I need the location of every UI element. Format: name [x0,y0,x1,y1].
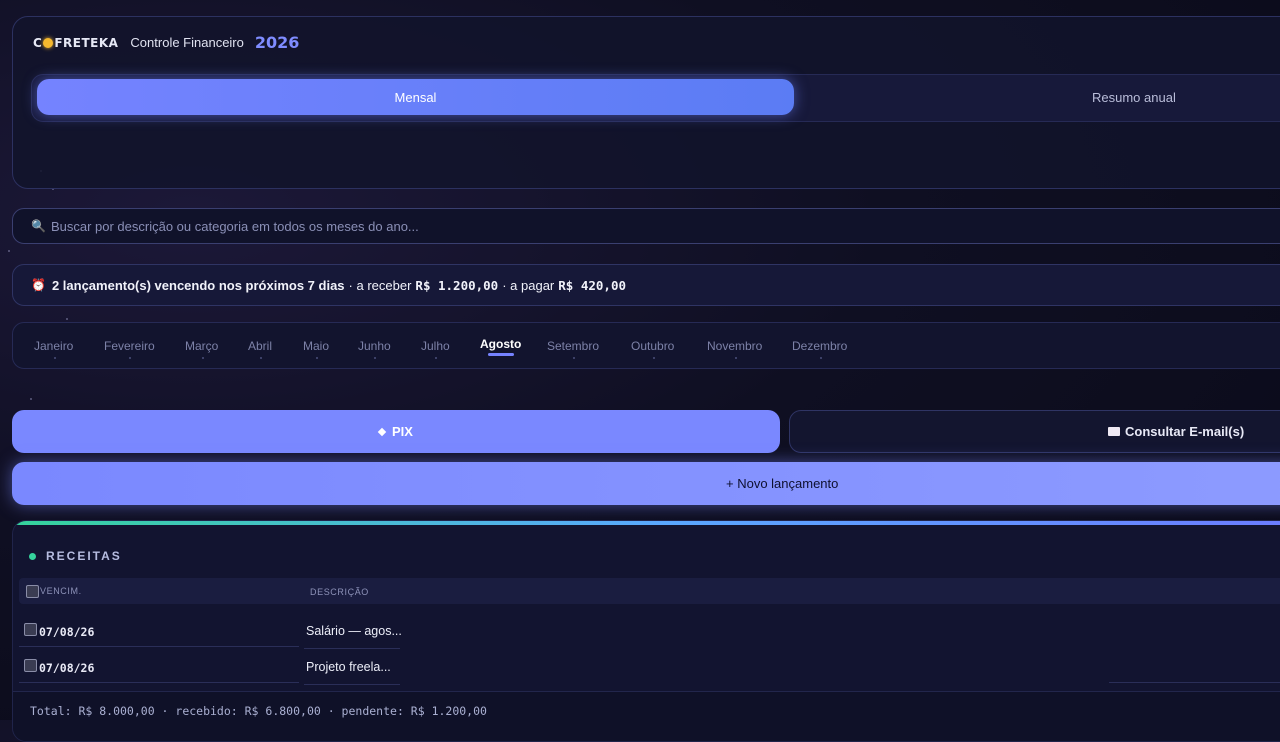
month-dot [435,357,438,359]
coin-icon [43,37,54,48]
pix-label: PIX [392,424,413,439]
month-tab[interactable]: Setembro [547,323,599,368]
totals-summary: Total: R$ 8.000,00 · recebido: R$ 6.800,… [30,704,487,718]
section-footer: Total: R$ 8.000,00 · recebido: R$ 6.800,… [13,691,1280,741]
month-tab[interactable]: Fevereiro [104,323,155,368]
month-dot [201,357,204,359]
income-section: RECEITAS VENCIM. DESCRIÇÃO 07/08/26 Salá… [12,520,1280,742]
column-due[interactable]: VENCIM. [40,586,82,596]
month-tab[interactable]: Dezembro [792,323,847,368]
row-divider [304,648,400,649]
month-dot [374,357,377,359]
active-month-indicator [487,353,514,356]
table-row[interactable]: 07/08/26 Projeto freela... [19,652,1280,685]
month-label: Março [185,338,219,353]
month-dot [260,357,262,359]
check-email-label: Consultar E-mail(s) [1125,424,1245,439]
search-icon: 🔍 [31,219,46,233]
section-accent-bar [13,521,1280,525]
background-star [66,318,68,320]
year-label[interactable]: 2026 [255,33,300,52]
check-email-button[interactable]: Consultar E-mail(s) [789,410,1280,453]
alert-receive-label: · a receber [348,277,412,293]
app-logo: C FRETEKA [33,36,118,50]
row-divider [304,684,400,685]
logo-letter: C [33,35,43,50]
month-dot [316,357,318,359]
month-tab[interactable]: Novembro [707,323,762,368]
search-input[interactable] [50,218,951,234]
month-tab[interactable]: Julho [421,323,450,368]
month-tab[interactable]: Maio [303,323,329,368]
month-tab[interactable]: Junho [358,323,391,368]
envelope-icon [1108,427,1120,436]
row-divider [1109,682,1280,683]
month-dot [652,357,655,359]
alert-pay-value: R$ 420,00 [558,277,626,293]
alert-pay-label: · a pagar [502,277,555,293]
month-dot [129,357,132,359]
month-selector: Janeiro Fevereiro Março Abril Maio Junho… [12,322,1280,369]
month-label: Janeiro [34,338,74,353]
due-alert: ⏰ 2 lançamento(s) vencendo nos próximos … [12,264,1280,306]
tab-annual-summary[interactable]: Resumo anual [1092,79,1176,115]
background-star [30,398,32,400]
select-all-checkbox[interactable] [26,585,39,598]
month-tab[interactable]: Outubro [631,323,674,368]
section-title-text: RECEITAS [46,549,122,563]
header-card: C FRETEKA Controle Financeiro 2026 Mensal… [12,16,1280,189]
month-label: Dezembro [792,338,848,353]
month-label: Julho [421,338,450,353]
month-dot [734,357,737,359]
month-tab[interactable]: Janeiro [34,323,73,368]
month-dot [819,357,822,359]
row-description: Projeto freela... [306,660,391,674]
alert-lead: 2 lançamento(s) vencendo nos próximos 7 … [51,277,345,293]
month-label: Outubro [631,338,675,353]
table-header: VENCIM. DESCRIÇÃO [19,578,1280,604]
month-label: Abril [248,338,273,353]
row-divider [19,682,299,683]
background-star [8,250,10,252]
pix-button[interactable]: PIX [12,410,780,453]
logo-text: FRETEKA [54,35,119,50]
section-title: RECEITAS [29,549,122,563]
column-description[interactable]: DESCRIÇÃO [310,587,369,597]
alert-receive-value: R$ 1.200,00 [415,277,499,293]
month-dot [53,357,56,359]
row-due-date: 07/08/26 [39,625,95,639]
month-label: Setembro [547,338,600,353]
search-bar: 🔍 [12,208,1280,244]
brand: C FRETEKA Controle Financeiro 2026 [33,33,299,52]
month-label: Junho [358,338,391,353]
month-label: Maio [303,338,330,353]
month-dot [573,357,576,359]
alarm-clock-icon: ⏰ [31,278,46,292]
row-due-date: 07/08/26 [39,661,95,675]
new-entry-button[interactable]: + Novo lançamento [12,462,1280,505]
month-tab[interactable]: Abril [248,323,272,368]
row-description: Salário — agos... [306,624,402,638]
view-tabs: Mensal Resumo anual [31,74,1280,122]
month-label: Fevereiro [104,338,155,353]
income-dot-icon [29,552,36,560]
row-checkbox[interactable] [24,623,37,636]
month-tab-active[interactable]: Agosto [480,321,521,366]
month-label: Novembro [707,338,763,353]
pix-diamond-icon [377,427,387,436]
month-tab[interactable]: Março [185,323,218,368]
tab-monthly[interactable]: Mensal [37,79,794,115]
app-title: Controle Financeiro [130,35,244,50]
row-divider [19,646,299,647]
table-row[interactable]: 07/08/26 Salário — agos... [19,616,1280,649]
month-label: Agosto [480,336,522,351]
row-checkbox[interactable] [24,659,37,672]
